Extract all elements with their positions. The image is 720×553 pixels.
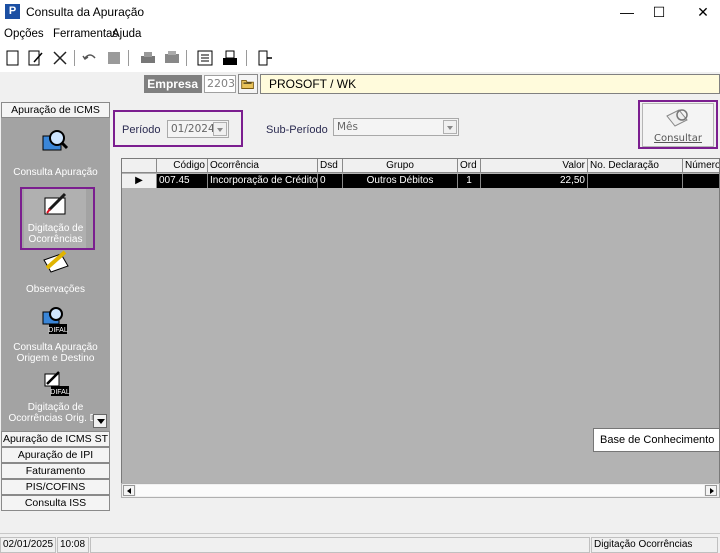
edit-document-icon[interactable] (25, 48, 45, 68)
status-message (90, 537, 590, 553)
status-time: 10:08 (57, 537, 89, 553)
status-screen: Digitação Ocorrências (591, 537, 718, 553)
menu-bar: Opções Ferramentas Ajuda (0, 26, 720, 44)
grid-header-marker (122, 159, 157, 173)
cell-declaracao[interactable] (588, 174, 683, 188)
menu-opcoes[interactable]: Opções (4, 28, 44, 40)
highlight-box-consultar (638, 100, 718, 149)
nav-item-label[interactable]: Consulta Apuração Origem e Destino (1, 342, 110, 364)
company-code-field[interactable]: 2203 (204, 75, 236, 93)
difal-report-icon[interactable] (220, 48, 240, 68)
grid-header-ord[interactable]: Ord (458, 159, 481, 173)
subperiod-select[interactable]: Mês (333, 118, 459, 136)
difal-badge: DIFAL (50, 389, 70, 396)
grid-header-codigo[interactable]: Código (157, 159, 208, 173)
magnifier-computer-icon[interactable] (39, 128, 69, 158)
window-title: Consulta da Apuração (26, 5, 145, 19)
grid-header-numero[interactable]: Número (683, 159, 719, 173)
subperiod-label: Sub-Período (266, 124, 328, 136)
nav-category-ipi[interactable]: Apuração de IPI (1, 447, 110, 463)
toolbar (0, 44, 720, 72)
nav-category-faturamento[interactable]: Faturamento (1, 463, 110, 479)
scroll-track[interactable] (136, 485, 704, 496)
nav-category-icms-st[interactable]: Apuração de ICMS ST (1, 431, 110, 447)
row-marker[interactable]: ▶ (122, 174, 157, 188)
menu-ferramentas[interactable]: Ferramentas (53, 28, 118, 40)
nav-item-label[interactable]: Consulta Apuração (1, 167, 110, 178)
nav-item-label[interactable]: Observações (1, 284, 110, 295)
nav-category-iss[interactable]: Consulta ISS (1, 495, 110, 511)
menu-ajuda[interactable]: Ajuda (112, 28, 141, 40)
cell-grupo[interactable]: Outros Débitos (343, 174, 458, 188)
title-bar: P Consulta da Apuração — ☐ ✕ (0, 0, 720, 26)
undo-icon[interactable] (80, 48, 100, 68)
subperiod-value: Mês (337, 121, 358, 133)
grid-header-valor[interactable]: Valor (481, 159, 588, 173)
print-preview-icon[interactable] (162, 48, 182, 68)
open-folder-icon[interactable] (238, 74, 258, 94)
print-icon[interactable] (138, 48, 158, 68)
cell-ocorrencia[interactable]: Incorporação de Crédito (208, 174, 318, 188)
horizontal-scrollbar[interactable] (121, 483, 720, 498)
exit-door-icon[interactable] (254, 48, 274, 68)
scroll-right-button[interactable] (705, 485, 717, 496)
highlight-box-nav (20, 187, 95, 250)
maximize-button[interactable]: ☐ (636, 0, 682, 26)
status-date: 02/01/2025 (0, 537, 56, 553)
company-name-field: PROSOFT / WK (260, 74, 720, 94)
nav-panel: Consulta Apuração Digitação de Ocorrênci… (1, 118, 110, 431)
cell-numero[interactable] (683, 174, 719, 188)
cell-codigo[interactable]: 007.45 (157, 174, 208, 188)
save-icon[interactable] (104, 48, 124, 68)
cell-dsd[interactable]: 0 (318, 174, 343, 188)
close-button[interactable]: ✕ (680, 0, 720, 26)
knowledge-base-tooltip: Base de Conhecimento (593, 428, 720, 452)
difal-notepad-icon[interactable]: DIFAL (41, 370, 71, 400)
grid-header-grupo[interactable]: Grupo (343, 159, 458, 173)
new-document-icon[interactable] (3, 48, 23, 68)
grid-header-dsd[interactable]: Dsd (318, 159, 343, 173)
company-label: Empresa (144, 75, 202, 93)
calculator-icon[interactable] (195, 48, 215, 68)
difal-magnifier-icon[interactable]: DIFAL (39, 306, 69, 336)
scroll-left-button[interactable] (123, 485, 135, 496)
nav-scroll-down-button[interactable] (93, 414, 107, 428)
delete-icon[interactable] (50, 48, 70, 68)
app-logo-icon: P (5, 4, 20, 19)
difal-badge: DIFAL (48, 327, 68, 334)
status-bar: 02/01/2025 10:08 Digitação Ocorrências (0, 533, 720, 553)
chevron-down-icon[interactable] (443, 120, 457, 134)
pencil-paper-icon[interactable] (41, 246, 71, 276)
nav-category-apuracao-icms[interactable]: Apuração de ICMS (1, 102, 110, 118)
cell-valor[interactable]: 22,50 (481, 174, 588, 188)
grid-header-ocorrencia[interactable]: Ocorrência (208, 159, 318, 173)
highlight-box-period (113, 110, 243, 147)
cell-ord[interactable]: 1 (458, 174, 481, 188)
grid-header-declaracao[interactable]: No. Declaração (588, 159, 683, 173)
nav-category-pis-cofins[interactable]: PIS/COFINS (1, 479, 110, 495)
